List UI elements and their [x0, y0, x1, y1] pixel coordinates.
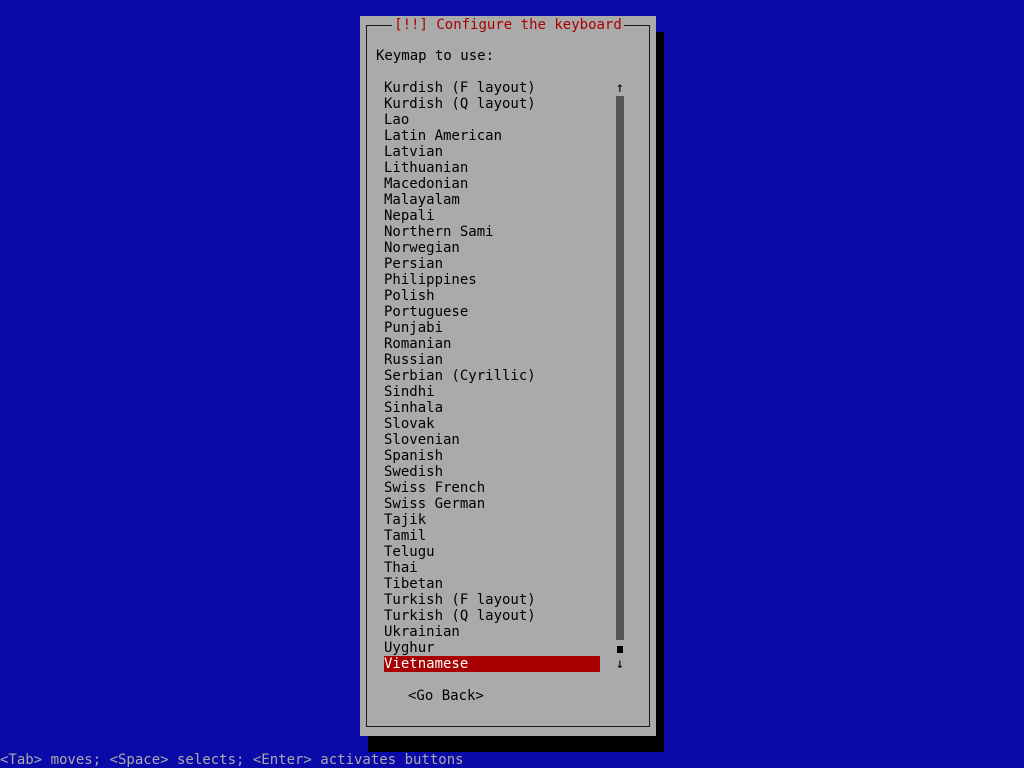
list-item[interactable]: Punjabi: [384, 320, 600, 336]
list-item[interactable]: Malayalam: [384, 192, 600, 208]
keyboard-dialog: [!!] Configure the keyboard Keymap to us…: [360, 16, 656, 736]
list-item[interactable]: Slovak: [384, 416, 600, 432]
list-item[interactable]: Uyghur: [384, 640, 600, 656]
list-item[interactable]: Latin American: [384, 128, 600, 144]
keymap-list[interactable]: Kurdish (F layout) Kurdish (Q layout) Lao L…: [384, 80, 600, 672]
list-item[interactable]: Sindhi: [384, 384, 600, 400]
list-item[interactable]: Thai: [384, 560, 600, 576]
list-item[interactable]: Persian: [384, 256, 600, 272]
list-item[interactable]: Romanian: [384, 336, 600, 352]
list-item[interactable]: Slovenian: [384, 432, 600, 448]
dialog-frame-right: [649, 25, 650, 727]
dialog-frame-left: [366, 25, 367, 727]
dialog-title: [!!] Configure the keyboard: [392, 16, 624, 34]
list-item[interactable]: Norwegian: [384, 240, 600, 256]
list-item[interactable]: Latvian: [384, 144, 600, 160]
list-item[interactable]: Kurdish (Q layout): [384, 96, 600, 112]
list-item[interactable]: Lao: [384, 112, 600, 128]
list-item[interactable]: Spanish: [384, 448, 600, 464]
list-item[interactable]: Portuguese: [384, 304, 600, 320]
list-item[interactable]: Turkish (Q layout): [384, 608, 600, 624]
list-item[interactable]: Serbian (Cyrillic): [384, 368, 600, 384]
list-item[interactable]: Tibetan: [384, 576, 600, 592]
scroll-down-icon[interactable]: ↓: [612, 656, 628, 672]
list-item[interactable]: Tajik: [384, 512, 600, 528]
list-item[interactable]: Nepali: [384, 208, 600, 224]
list-item[interactable]: Telugu: [384, 544, 600, 560]
go-back-button[interactable]: <Go Back>: [408, 688, 484, 704]
dialog-frame-bottom: [366, 726, 650, 727]
list-item[interactable]: Sinhala: [384, 400, 600, 416]
list-item[interactable]: Turkish (F layout): [384, 592, 600, 608]
scrollbar-thumb[interactable]: [617, 646, 623, 653]
list-item[interactable]: Macedonian: [384, 176, 600, 192]
list-item-selected[interactable]: Vietnamese: [384, 656, 600, 672]
status-bar-hint: <Tab> moves; <Space> selects; <Enter> ac…: [0, 752, 464, 768]
list-item[interactable]: Swedish: [384, 464, 600, 480]
list-item[interactable]: Philippines: [384, 272, 600, 288]
scroll-up-icon[interactable]: ↑: [612, 80, 628, 96]
list-item[interactable]: Swiss German: [384, 496, 600, 512]
keymap-prompt: Keymap to use:: [376, 48, 495, 64]
list-item[interactable]: Ukrainian: [384, 624, 600, 640]
list-item[interactable]: Swiss French: [384, 480, 600, 496]
list-item[interactable]: Tamil: [384, 528, 600, 544]
list-item[interactable]: Polish: [384, 288, 600, 304]
list-item[interactable]: Kurdish (F layout): [384, 80, 600, 96]
scrollbar-track[interactable]: [616, 96, 624, 640]
list-item[interactable]: Northern Sami: [384, 224, 600, 240]
list-item[interactable]: Lithuanian: [384, 160, 600, 176]
list-item[interactable]: Russian: [384, 352, 600, 368]
